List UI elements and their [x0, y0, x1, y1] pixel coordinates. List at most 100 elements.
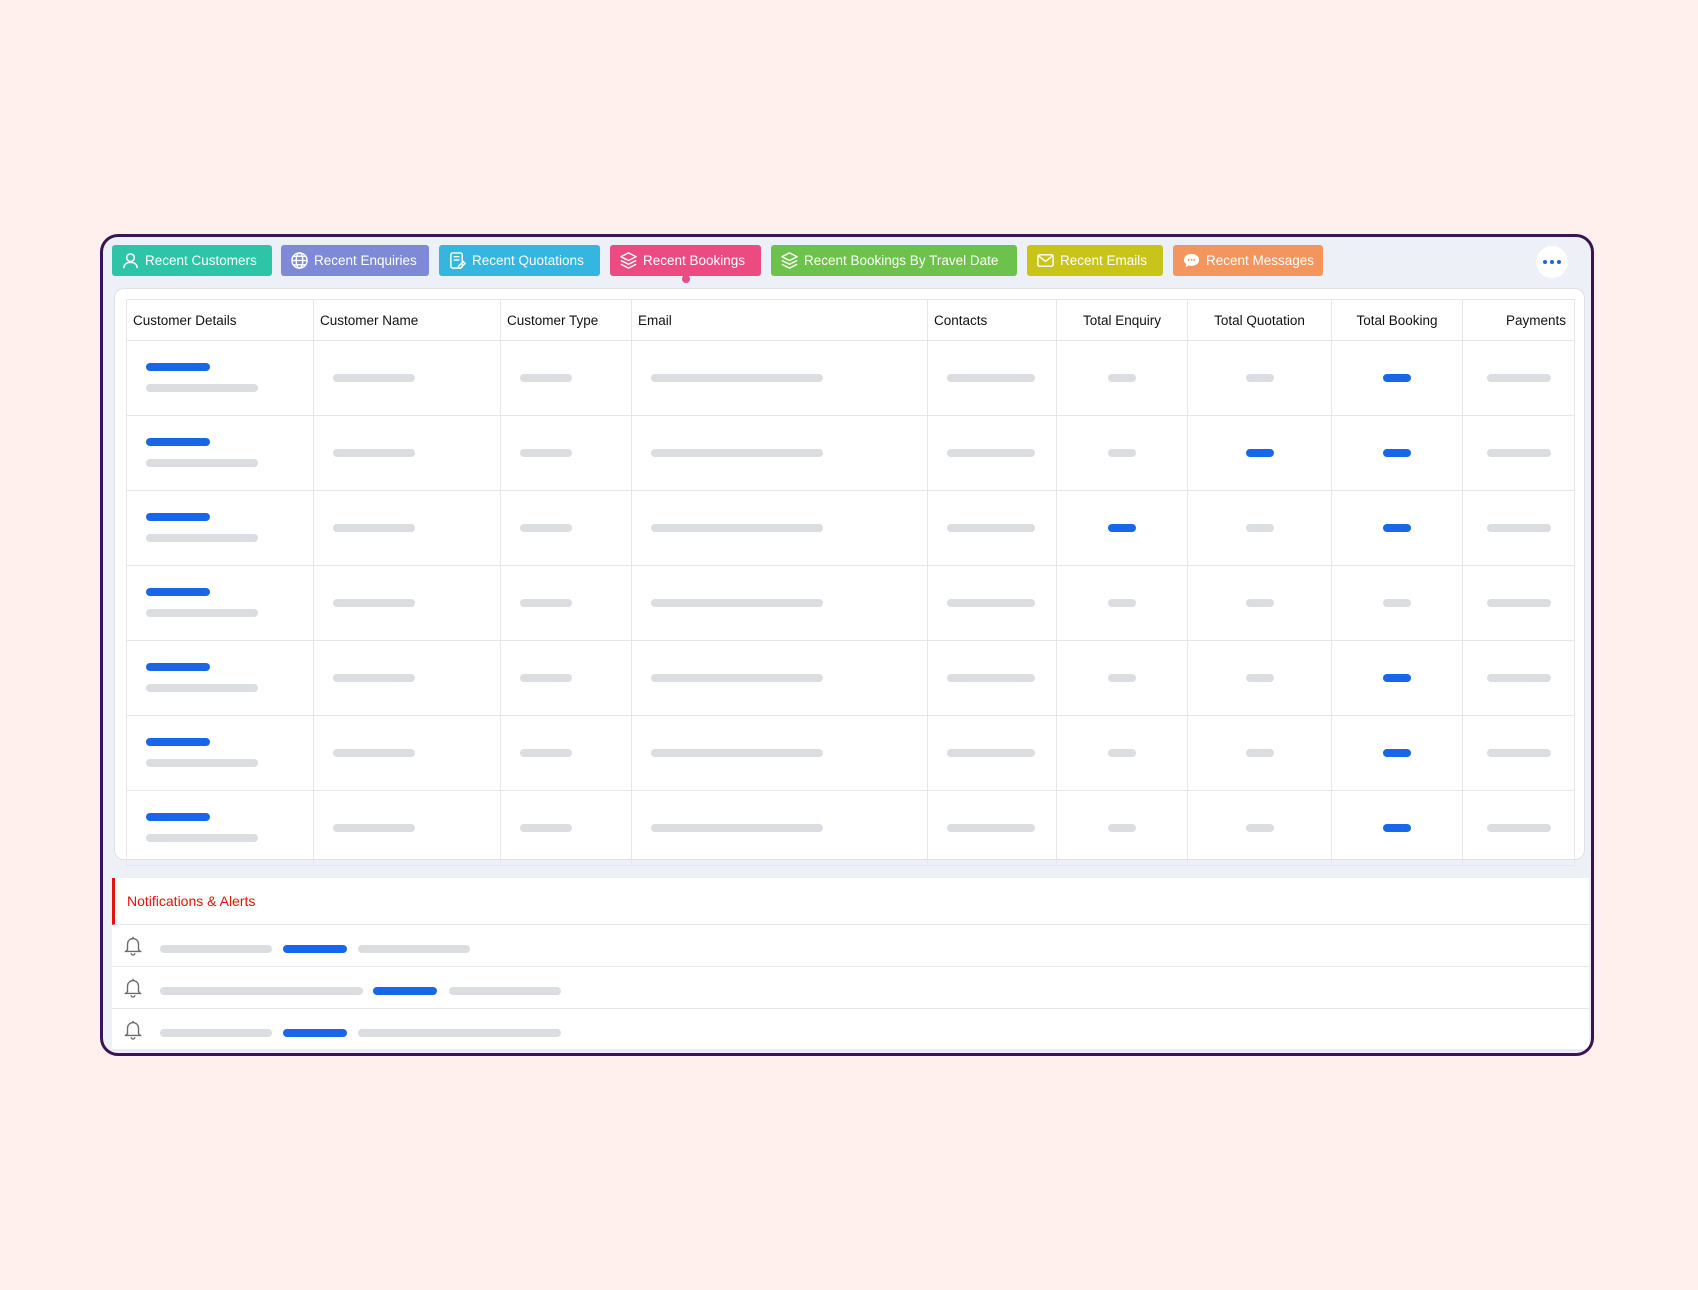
cell-value-placeholder: [1108, 599, 1136, 607]
cell-value-placeholder: [651, 374, 823, 382]
notification-item[interactable]: [112, 1009, 1589, 1051]
customer-sub-text: [146, 609, 258, 617]
tab-recent-messages[interactable]: Recent Messages: [1173, 245, 1323, 276]
dashboard-window: Recent Customers Recent Enquiries Recent…: [100, 234, 1594, 1056]
customer-id-link[interactable]: [146, 738, 210, 746]
table-row[interactable]: [126, 340, 1575, 416]
cell-value-placeholder: [947, 599, 1035, 607]
cell-value-placeholder: [333, 824, 415, 832]
placeholder-link[interactable]: [373, 987, 437, 995]
cell-value-placeholder: [947, 674, 1035, 682]
customer-id-link[interactable]: [146, 438, 210, 446]
cell-value-placeholder: [1108, 674, 1136, 682]
table-row[interactable]: [126, 415, 1575, 491]
notification-item[interactable]: [112, 967, 1589, 1009]
bookings-table: Customer Details Customer Name Customer …: [126, 299, 1575, 866]
customer-sub-text: [146, 684, 258, 692]
cell-value-placeholder: [520, 824, 572, 832]
placeholder-link[interactable]: [283, 1029, 347, 1037]
placeholder-link[interactable]: [283, 945, 347, 953]
cell-value-placeholder: [1486, 824, 1551, 832]
table-cell: [1056, 640, 1188, 716]
cell-value-placeholder: [1245, 599, 1274, 607]
placeholder-text: [160, 1029, 272, 1037]
table-row[interactable]: [126, 640, 1575, 716]
customer-id-link[interactable]: [146, 363, 210, 371]
cell-value-placeholder: [520, 374, 572, 382]
tab-recent-customers[interactable]: Recent Customers: [112, 245, 272, 276]
col-header-payments[interactable]: Payments: [1462, 299, 1575, 341]
customer-id-link[interactable]: [146, 588, 210, 596]
cell-value-placeholder: [1245, 749, 1274, 757]
cell-value-placeholder: [1108, 374, 1136, 382]
table-row[interactable]: [126, 715, 1575, 791]
customer-id-link[interactable]: [146, 813, 210, 821]
notifications-title: Notifications & Alerts: [112, 878, 1589, 925]
table-cell: [126, 490, 314, 566]
table-cell: [1187, 790, 1332, 866]
cell-value-link[interactable]: [1383, 374, 1411, 382]
table-cell: [500, 565, 632, 641]
cell-value-link[interactable]: [1383, 749, 1411, 757]
col-header-customer-name[interactable]: Customer Name: [313, 299, 501, 341]
cell-value-placeholder: [651, 749, 823, 757]
cell-value-placeholder: [333, 599, 415, 607]
table-cell: [1331, 415, 1463, 491]
customer-id-link[interactable]: [146, 513, 210, 521]
cell-value-link[interactable]: [1383, 824, 1411, 832]
table-cell: [313, 490, 501, 566]
col-header-customer-details[interactable]: Customer Details: [126, 299, 314, 341]
table-cell: [126, 415, 314, 491]
placeholder-text: [449, 987, 561, 995]
tab-recent-quotations[interactable]: Recent Quotations: [439, 245, 600, 276]
placeholder-text: [358, 945, 470, 953]
tab-label: Recent Quotations: [472, 253, 584, 268]
table-cell: [1462, 415, 1575, 491]
tab-recent-bookings-by-travel-date[interactable]: Recent Bookings By Travel Date: [771, 245, 1017, 276]
active-tab-indicator: [681, 275, 690, 283]
tab-recent-enquiries[interactable]: Recent Enquiries: [281, 245, 429, 276]
cell-value-link[interactable]: [1108, 524, 1136, 532]
more-options-button[interactable]: [1536, 246, 1568, 278]
table-body: [126, 340, 1575, 866]
tab-recent-emails[interactable]: Recent Emails: [1027, 245, 1163, 276]
table-cell: [500, 640, 632, 716]
cell-value-link[interactable]: [1383, 674, 1411, 682]
envelope-icon: [1035, 251, 1055, 271]
col-header-total-enquiry[interactable]: Total Enquiry: [1056, 299, 1188, 341]
table-cell: [927, 565, 1057, 641]
table-row[interactable]: [126, 565, 1575, 641]
col-header-email[interactable]: Email: [631, 299, 928, 341]
cell-value-placeholder: [1245, 524, 1274, 532]
table-cell: [631, 415, 928, 491]
table-row[interactable]: [126, 490, 1575, 566]
cell-value-link[interactable]: [1245, 449, 1274, 457]
col-header-total-quotation[interactable]: Total Quotation: [1187, 299, 1332, 341]
cell-value-link[interactable]: [1383, 524, 1411, 532]
notification-item[interactable]: [112, 925, 1589, 967]
col-header-contacts[interactable]: Contacts: [927, 299, 1057, 341]
cell-value-placeholder: [1486, 449, 1551, 457]
tab-label: Recent Emails: [1060, 253, 1148, 268]
cell-value-placeholder: [947, 824, 1035, 832]
tab-recent-bookings[interactable]: Recent Bookings: [610, 245, 761, 283]
col-header-customer-type[interactable]: Customer Type: [500, 299, 632, 341]
cell-value-placeholder: [947, 749, 1035, 757]
cell-value-placeholder: [651, 524, 823, 532]
cell-value-placeholder: [947, 449, 1035, 457]
table-cell: [126, 340, 314, 416]
cell-value-link[interactable]: [1383, 449, 1411, 457]
customer-sub-text: [146, 459, 258, 467]
table-cell: [631, 790, 928, 866]
bell-icon: [124, 978, 142, 998]
table-cell: [631, 340, 928, 416]
table-cell: [126, 565, 314, 641]
col-header-total-booking[interactable]: Total Booking: [1331, 299, 1463, 341]
cell-value-placeholder: [1108, 449, 1136, 457]
customer-id-link[interactable]: [146, 663, 210, 671]
table-cell: [313, 640, 501, 716]
cell-value-placeholder: [1245, 674, 1274, 682]
table-row[interactable]: [126, 790, 1575, 866]
table-cell: [1331, 640, 1463, 716]
table-cell: [927, 490, 1057, 566]
